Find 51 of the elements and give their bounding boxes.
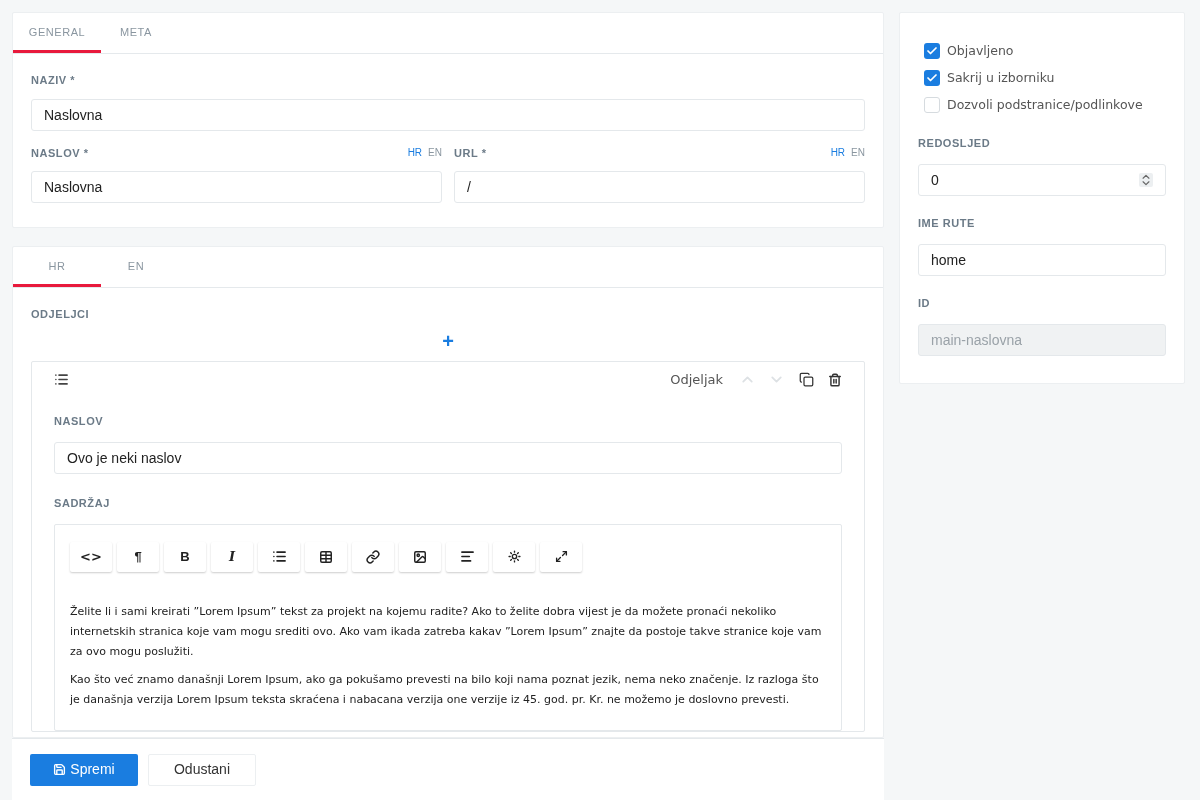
spinner-icon[interactable] (1139, 173, 1153, 188)
input-field[interactable]: / (454, 171, 865, 203)
toolbar-button[interactable] (305, 541, 347, 572)
field-label: NASLOV * (31, 145, 89, 161)
number-input[interactable]: 0 (918, 164, 1166, 197)
checkbox-label: Sakrij u izborniku (947, 68, 1055, 87)
link-icon (366, 549, 380, 564)
toolbar-button[interactable]: ¶ (117, 541, 159, 572)
list-icon[interactable] (54, 372, 69, 387)
field-label: SADRŽAJ (54, 496, 110, 509)
toolbar-button[interactable]: I (211, 541, 253, 572)
toolbar-button[interactable] (446, 541, 488, 572)
input-field[interactable]: home (918, 244, 1166, 277)
add-button[interactable]: + (442, 330, 454, 351)
language-link[interactable]: HR (830, 145, 846, 161)
checkbox-label: Objavljeno (947, 42, 1014, 60)
save-button[interactable]: Spremi (30, 753, 138, 786)
image-icon (413, 549, 427, 564)
field-label: NAZIV * (31, 73, 77, 88)
toolbar-button[interactable]: <> (70, 541, 112, 572)
toolbar-button[interactable] (399, 541, 441, 572)
table-icon (319, 549, 333, 564)
toolbar-button[interactable]: B (164, 541, 206, 572)
list-icon (271, 549, 287, 564)
toolbar-button[interactable] (258, 541, 300, 572)
field-label: ID (918, 297, 931, 310)
section-type-label: Odjeljak (670, 370, 723, 389)
copy-icon[interactable] (799, 372, 814, 387)
language-link[interactable]: HR (407, 145, 423, 161)
checkbox[interactable] (924, 43, 940, 60)
input-field[interactable]: Ovo je neki naslov (54, 441, 842, 474)
trash-icon[interactable] (828, 372, 842, 387)
input-field[interactable]: Naslovna (31, 98, 865, 131)
field-label: ODJELJCI (31, 307, 91, 322)
expand-icon (554, 550, 568, 563)
sun-icon (507, 550, 521, 563)
checkbox[interactable] (924, 70, 940, 87)
cancel-button[interactable]: Odustani (148, 753, 256, 786)
toolbar-button[interactable] (352, 541, 394, 572)
paragraph: Kao što već znamo današnji Lorem Ipsum, ako ga pokušamo prevesti na bilo koji nama poznat jezik, nema neko značenje. Iz razloga što je današnja verzija Lorem Ipsum teksta skraćena i nabacana verzija one verzije iz 45. god. pr. Kr. ne možemo je doslovno prevesti. (70, 671, 820, 708)
paragraph: Želite li i sami kreirati ”Lorem Ipsum” tekst za projekt na kojemu radite? Ako to želite dobra vijest je da možete pronaći nekoliko internetskih stranica koje vam mogu srediti ovo. Ako vam ikada zatreba kakav ”Lorem Ipsum” znajte da postoje takve stranice koje vam za ovo mogu poslužiti. (70, 603, 823, 660)
toolbar-button[interactable] (493, 541, 535, 572)
align-left-icon (459, 549, 475, 564)
field-label: NASLOV (54, 414, 104, 427)
field-label: REDOSLJED (918, 137, 991, 150)
field-label: URL * (454, 145, 487, 161)
checkbox[interactable] (924, 96, 940, 113)
field-label: IME RUTE (918, 217, 975, 230)
input-field[interactable]: Naslovna (31, 171, 442, 203)
save-icon (53, 763, 67, 776)
checkbox-label: Dozvoli podstranice/podlinkove (947, 95, 1143, 114)
